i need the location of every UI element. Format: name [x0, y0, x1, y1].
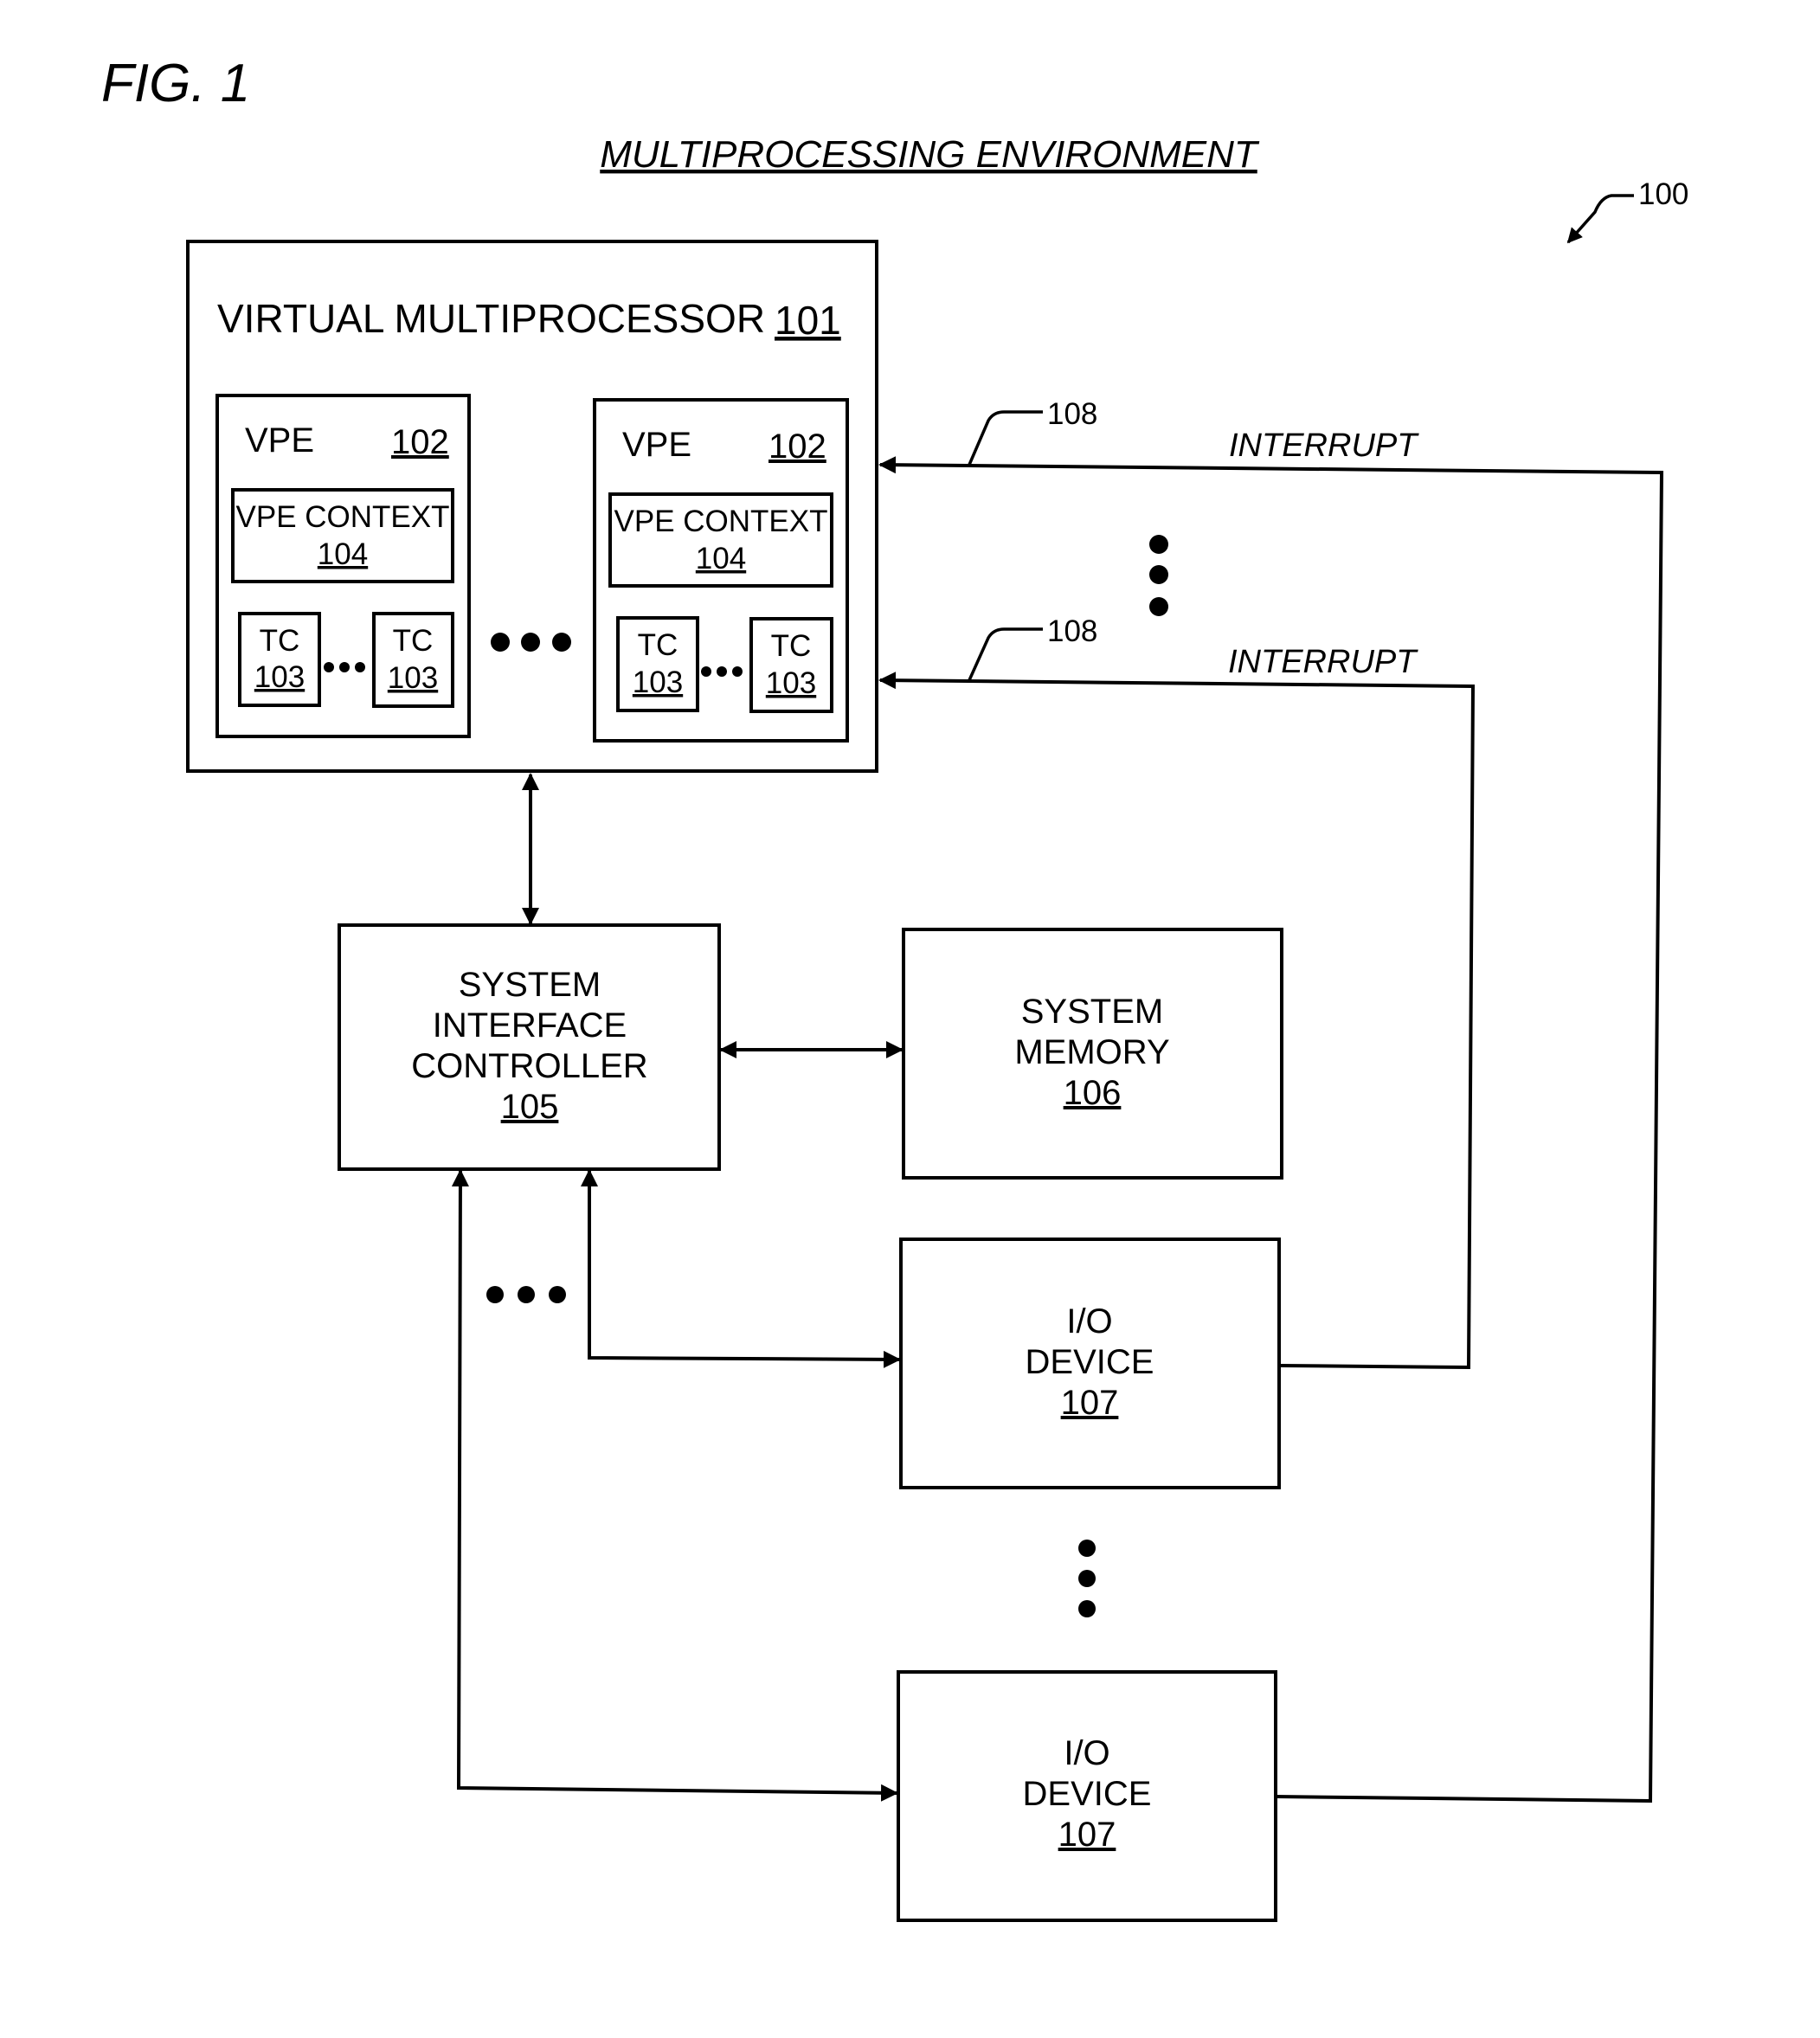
memory-ref: 106	[1064, 1074, 1122, 1112]
ellipsis-dot	[491, 633, 510, 652]
vpe-label-1: VPE	[245, 421, 314, 460]
ellipsis-dot	[518, 1286, 535, 1303]
ellipsis-dot	[339, 662, 350, 672]
ellipsis-dot	[549, 1286, 566, 1303]
tc-ref-1a: 103	[254, 660, 305, 694]
io-device-line-2b: DEVICE	[1023, 1775, 1152, 1813]
interrupt-ref-leader-1	[968, 410, 1043, 466]
ellipsis-dot	[1149, 597, 1168, 616]
ellipsis-dot	[1149, 565, 1168, 584]
interrupt-ref-2: 108	[1047, 614, 1097, 648]
sic-io1-bidirectional-arrow	[581, 1169, 901, 1368]
interrupt-ref-leader-2	[968, 627, 1043, 681]
figure-title: MULTIPROCESSING ENVIRONMENT	[600, 133, 1260, 176]
tc-label-2a: TC	[638, 628, 678, 662]
ellipsis-dot	[324, 662, 334, 672]
sic-line-1: SYSTEM	[459, 966, 601, 1004]
virtual-multiprocessor-ref: 101	[775, 298, 841, 343]
ellipsis-dot	[732, 666, 743, 677]
tc-label-1b: TC	[393, 624, 434, 658]
interrupt-label-2: INTERRUPT	[1228, 644, 1418, 680]
ellipsis-dot	[486, 1286, 504, 1303]
io-device-line-1a: I/O	[1066, 1302, 1112, 1340]
ellipsis-dot	[521, 633, 540, 652]
figure-ref-leader-arrow	[1566, 194, 1634, 244]
multiprocessing-diagram: FIG. 1 MULTIPROCESSING ENVIRONMENT 100 V…	[101, 54, 1688, 1922]
vpe-ref-2: 102	[769, 428, 826, 466]
io-device-line-1b: DEVICE	[1026, 1343, 1154, 1381]
io-device-line-2a: I/O	[1064, 1734, 1109, 1772]
vpe-context-label-2: VPE CONTEXT	[614, 505, 828, 538]
sic-line-3: CONTROLLER	[411, 1047, 647, 1085]
io-device-ref-1: 107	[1061, 1384, 1119, 1422]
vpe-context-label-1: VPE CONTEXT	[236, 500, 450, 534]
tc-ref-2b: 103	[766, 666, 816, 700]
vpe-label-2: VPE	[622, 426, 691, 464]
interrupt-label-1: INTERRUPT	[1229, 428, 1419, 464]
ellipsis-dot	[1078, 1600, 1096, 1617]
ellipsis-dot	[355, 662, 365, 672]
interrupt-ref-1: 108	[1047, 397, 1097, 431]
virtual-multiprocessor-label: VIRTUAL MULTIPROCESSOR	[217, 296, 765, 341]
memory-line-1: SYSTEM	[1021, 993, 1163, 1031]
io-device-ref-2: 107	[1058, 1816, 1116, 1854]
vpe-ref-1: 102	[391, 423, 449, 461]
figure-label: FIG. 1	[101, 54, 250, 113]
sic-ref: 105	[501, 1088, 559, 1126]
ellipsis-dot	[1149, 535, 1168, 554]
tc-ref-1b: 103	[388, 661, 438, 695]
memory-line-2: MEMORY	[1014, 1033, 1169, 1071]
ellipsis-dot	[1078, 1540, 1096, 1557]
ellipsis-dot	[552, 633, 571, 652]
sic-io2-bidirectional-arrow	[451, 1169, 898, 1802]
ellipsis-dot	[701, 666, 711, 677]
vpe-context-ref-1: 104	[318, 537, 368, 571]
tc-label-2b: TC	[771, 629, 812, 663]
ellipsis-dot	[1078, 1570, 1096, 1587]
tc-label-1a: TC	[260, 624, 300, 658]
ellipsis-dot	[717, 666, 727, 677]
vpe-context-ref-2: 104	[696, 542, 746, 575]
tc-ref-2a: 103	[633, 665, 683, 699]
sic-line-2: INTERFACE	[433, 1006, 627, 1045]
figure-ref-label: 100	[1638, 177, 1688, 211]
